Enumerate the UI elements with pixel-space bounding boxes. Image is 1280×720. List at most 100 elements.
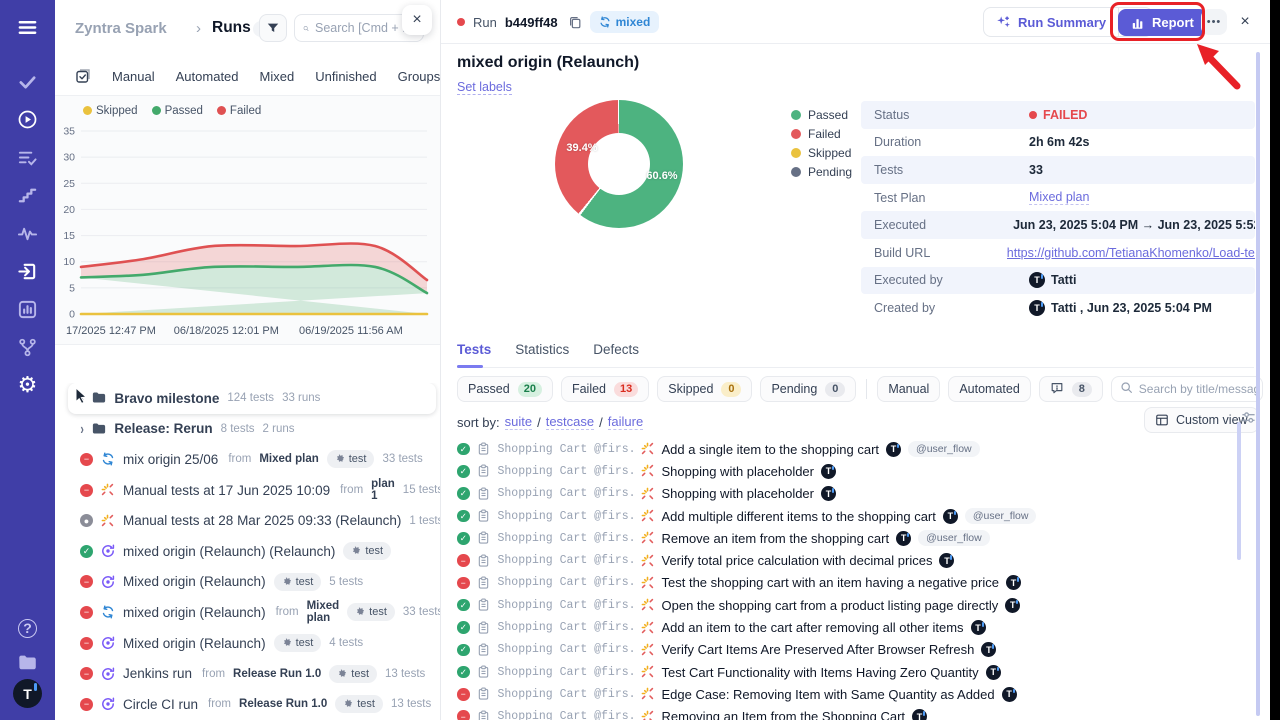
test-row[interactable]: ✓Shopping Cart @firs...Open the shopping… bbox=[457, 594, 1256, 616]
spark-icon bbox=[641, 710, 655, 720]
plan-name[interactable]: Release Run 1.0 bbox=[233, 668, 321, 680]
automated-filter-chip[interactable]: Automated bbox=[948, 376, 1030, 402]
svg-text:15: 15 bbox=[63, 230, 75, 242]
test-title: Test the shopping cart with an item havi… bbox=[662, 575, 999, 590]
plan-name[interactable]: Mixed plan bbox=[307, 600, 340, 624]
run-title: mix origin 25/06 bbox=[123, 452, 218, 467]
runs-tab-mixed[interactable]: Mixed bbox=[260, 69, 295, 84]
run-title: mixed origin (Relaunch) bbox=[457, 54, 639, 72]
tests-scrollbar[interactable] bbox=[1237, 422, 1241, 560]
runs-list-item[interactable]: −Mixed origin (Relaunch)test4 tests bbox=[55, 628, 440, 659]
report-button[interactable]: Report bbox=[1118, 9, 1207, 36]
build-url-link[interactable]: https://github.com/TetianaKhomenko/Load-… bbox=[1007, 246, 1255, 260]
runs-list-item[interactable]: ●Manual tests at 28 Mar 2025 09:33 (Rela… bbox=[55, 505, 440, 536]
testcase-clipboard-icon bbox=[477, 509, 491, 523]
test-row[interactable]: −Shopping Cart @firs...Removing an Item … bbox=[457, 706, 1256, 720]
comment-icon bbox=[1050, 381, 1064, 398]
filter-chip-passed[interactable]: Passed20 bbox=[457, 376, 553, 402]
integrations-branch-icon[interactable] bbox=[11, 330, 45, 364]
reports-chart-icon[interactable] bbox=[11, 292, 45, 326]
runs-list-item[interactable]: −mixed origin (Relaunch)fromMixed plante… bbox=[55, 597, 440, 628]
select-runs-icon[interactable] bbox=[75, 68, 91, 84]
detail-tab-statistics[interactable]: Statistics bbox=[515, 342, 569, 367]
sort-by-suite[interactable]: suite bbox=[505, 414, 532, 430]
test-row[interactable]: ✓Shopping Cart @firs...Remove an item fr… bbox=[457, 527, 1256, 549]
runs-list-item[interactable]: ›Bravo milestone124 tests33 runs bbox=[68, 383, 436, 414]
filter-count: 13 bbox=[614, 382, 638, 397]
copy-run-id-button[interactable] bbox=[568, 15, 582, 29]
test-row[interactable]: ✓Shopping Cart @firs...Verify Cart Items… bbox=[457, 639, 1256, 661]
runs-list-item[interactable]: −Jenkins runfromRelease Run 1.0test13 te… bbox=[55, 658, 440, 689]
import-icon[interactable] bbox=[11, 254, 45, 288]
test-status-passed-icon: ✓ bbox=[457, 644, 470, 657]
filter-chip-pending[interactable]: Pending0 bbox=[760, 376, 856, 402]
settings-gear-icon[interactable]: ⚙ bbox=[11, 368, 45, 402]
test-row[interactable]: ✓Shopping Cart @firs...Add a single item… bbox=[457, 438, 1256, 460]
projects-folder-icon[interactable] bbox=[11, 645, 45, 679]
runs-search-input[interactable] bbox=[315, 21, 415, 35]
help-icon[interactable]: ? bbox=[11, 611, 45, 645]
runs-tab-automated[interactable]: Automated bbox=[176, 69, 239, 84]
plan-name[interactable]: Mixed plan bbox=[259, 453, 318, 465]
test-row[interactable]: ✓Shopping Cart @firs...Shopping with pla… bbox=[457, 460, 1256, 482]
more-actions-button[interactable]: ••• bbox=[1201, 9, 1227, 35]
filter-chip-skipped[interactable]: Skipped0 bbox=[657, 376, 752, 402]
panel-scrollbar[interactable] bbox=[1256, 52, 1260, 716]
run-summary-button[interactable]: Run Summary bbox=[984, 8, 1118, 36]
test-row[interactable]: −Shopping Cart @firs...Test the shopping… bbox=[457, 572, 1256, 594]
manual-filter-chip[interactable]: Manual bbox=[877, 376, 940, 402]
test-type-badge: test bbox=[327, 450, 375, 468]
panel-close-button[interactable]: × bbox=[402, 5, 432, 35]
runs-play-icon[interactable] bbox=[11, 102, 45, 136]
tests-search[interactable] bbox=[1111, 376, 1263, 402]
runs-list-item[interactable]: −Manual tests at 17 Jun 2025 10:09frompl… bbox=[55, 475, 440, 506]
legend-dot bbox=[791, 148, 801, 158]
runs-list-item[interactable]: −Mixed origin (Relaunch)test5 tests bbox=[55, 567, 440, 598]
legend-dot bbox=[217, 106, 226, 115]
run-label: Run bbox=[473, 15, 497, 30]
test-row[interactable]: ✓Shopping Cart @firs...Add multiple diff… bbox=[457, 505, 1256, 527]
runs-list-item[interactable]: ›Release: Rerun8 tests2 runs bbox=[55, 414, 440, 445]
detail-tab-defects[interactable]: Defects bbox=[593, 342, 639, 367]
info-row-build-url: Build URLhttps://github.com/TetianaKhome… bbox=[861, 239, 1255, 267]
detail-tab-tests[interactable]: Tests bbox=[457, 342, 491, 367]
test-row[interactable]: ✓Shopping Cart @firs...Add an item to th… bbox=[457, 616, 1256, 638]
sort-separator: / bbox=[599, 415, 603, 430]
runs-list-item[interactable]: −Circle CI runfromRelease Run 1.0test13 … bbox=[55, 689, 440, 720]
filter-divider bbox=[866, 379, 867, 399]
view-settings-button[interactable] bbox=[1241, 410, 1256, 428]
test-row[interactable]: ✓Shopping Cart @firs...Shopping with pla… bbox=[457, 483, 1256, 505]
runs-list-item[interactable]: ✓mixed origin (Relaunch) (Relaunch)test bbox=[55, 536, 440, 567]
donut-legend: PassedFailedSkippedPending bbox=[791, 108, 852, 179]
run-status-failed-icon: − bbox=[80, 606, 93, 619]
menu-icon[interactable] bbox=[11, 10, 45, 44]
test-row[interactable]: ✓Shopping Cart @firs...Test Cart Functio… bbox=[457, 661, 1256, 683]
detail-close-button[interactable]: × bbox=[1234, 11, 1256, 33]
comments-filter-chip[interactable]: 8 bbox=[1039, 376, 1103, 402]
sidebar-user-avatar[interactable]: T bbox=[13, 679, 42, 708]
info-label: Executed by bbox=[861, 273, 1029, 287]
filter-button[interactable] bbox=[259, 14, 287, 42]
set-labels-link[interactable]: Set labels bbox=[457, 80, 512, 95]
filter-chip-failed[interactable]: Failed13 bbox=[561, 376, 649, 402]
runs-tab-groups[interactable]: Groups bbox=[398, 69, 441, 84]
breadcrumb-project[interactable]: Zyntra Spark bbox=[75, 20, 167, 37]
run-type-badge[interactable]: mixed bbox=[590, 11, 660, 33]
plan-name[interactable]: Release Run 1.0 bbox=[239, 698, 327, 710]
breadcrumb-page[interactable]: Runs bbox=[212, 19, 251, 37]
milestones-steps-icon[interactable] bbox=[11, 178, 45, 212]
test-row[interactable]: −Shopping Cart @firs...Edge Case: Removi… bbox=[457, 683, 1256, 705]
runs-tab-unfinished[interactable]: Unfinished bbox=[315, 69, 376, 84]
info-link[interactable]: Mixed plan bbox=[1029, 190, 1089, 205]
tests-search-input[interactable] bbox=[1139, 382, 1257, 396]
activity-pulse-icon[interactable] bbox=[11, 216, 45, 250]
runs-list-item[interactable]: −mix origin 25/06fromMixed plantest33 te… bbox=[55, 444, 440, 475]
tests-check-icon[interactable] bbox=[11, 64, 45, 98]
sort-by-failure[interactable]: failure bbox=[608, 414, 643, 430]
plan-name[interactable]: plan 1 bbox=[371, 478, 395, 502]
shared-steps-icon[interactable] bbox=[11, 140, 45, 174]
sort-by-testcase[interactable]: testcase bbox=[546, 414, 594, 430]
chevron-right-icon[interactable]: › bbox=[80, 420, 83, 438]
test-row[interactable]: −Shopping Cart @firs...Verify total pric… bbox=[457, 549, 1256, 571]
runs-tab-manual[interactable]: Manual bbox=[112, 69, 155, 84]
